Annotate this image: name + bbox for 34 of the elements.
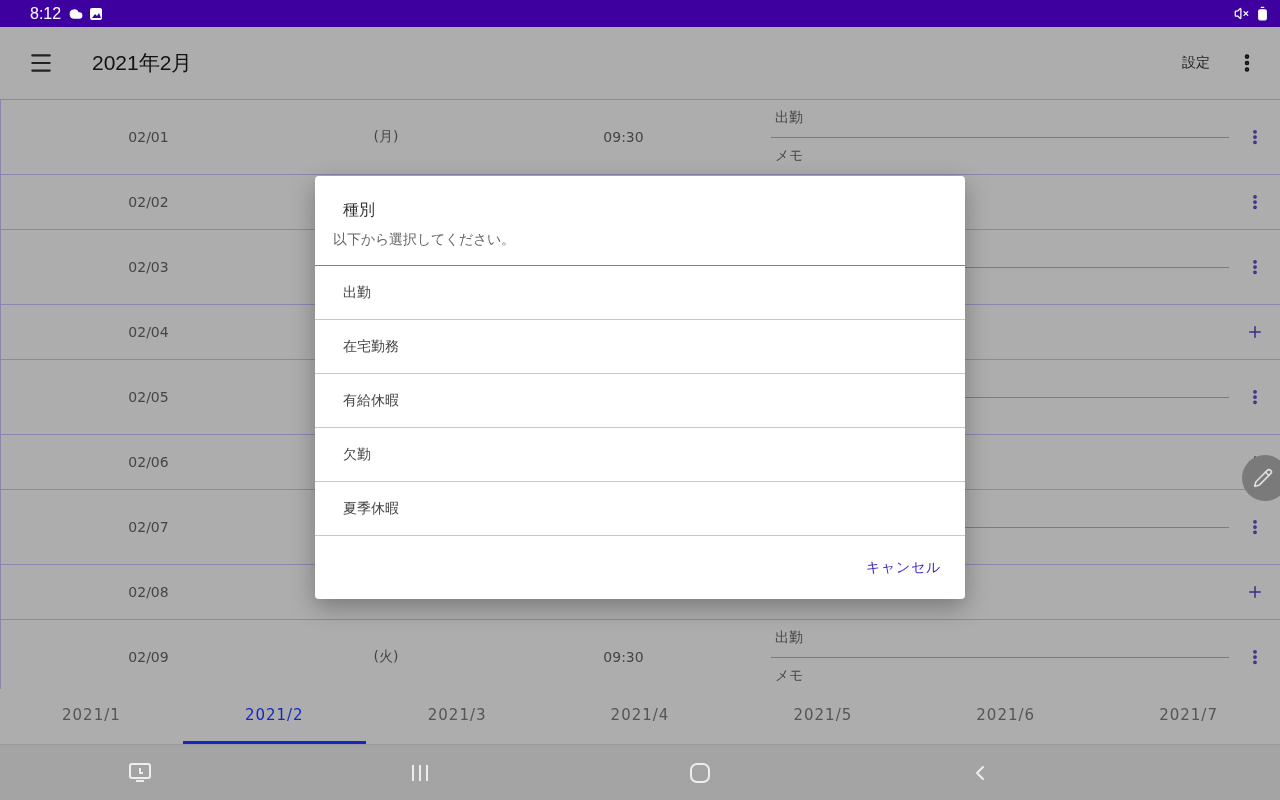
- option-item[interactable]: 出勤: [315, 266, 965, 320]
- weekday-cell-text: (火): [372, 648, 400, 666]
- option-item[interactable]: 在宅勤務: [315, 320, 965, 374]
- option-item[interactable]: 夏季休暇: [315, 482, 965, 536]
- option-item[interactable]: 有給休暇: [315, 374, 965, 428]
- image-icon: [89, 6, 104, 21]
- date-cell-text: 02/06: [127, 454, 170, 470]
- settings-link[interactable]: 設定: [1182, 54, 1210, 72]
- dialog-subtitle: 以下から選択してください。: [333, 231, 516, 249]
- time-cell-text: 09:30: [602, 129, 645, 145]
- edit-button[interactable]: [1242, 455, 1280, 501]
- dialog-title: 種別: [342, 200, 376, 221]
- date-cell-text: 02/01: [127, 129, 170, 145]
- pencil-icon: [1253, 468, 1273, 488]
- date-cell-text: 02/07: [127, 519, 170, 535]
- mute-icon: [1234, 6, 1249, 21]
- date-cell-text: 02/05: [127, 389, 170, 405]
- time-cell-text: 09:30: [602, 649, 645, 665]
- option-item[interactable]: 欠勤: [315, 428, 965, 482]
- date-cell-text: 02/09: [127, 649, 170, 665]
- date-cell-text: 02/02: [127, 194, 170, 210]
- date-cell-text: 02/04: [127, 324, 170, 340]
- clock: 8:12: [30, 4, 62, 23]
- date-cell-text: 02/08: [127, 584, 170, 600]
- type-text: 出勤: [774, 628, 804, 648]
- cancel-button[interactable]: キャンセル: [860, 557, 947, 578]
- battery-icon: [1255, 6, 1270, 21]
- cloud-icon: [69, 6, 84, 21]
- date-cell-text: 02/03: [127, 259, 170, 275]
- memo-text: メモ: [774, 145, 804, 165]
- weekday-cell-text: (月): [372, 128, 400, 146]
- memo-text: メモ: [774, 665, 804, 685]
- type-text: 出勤: [774, 108, 804, 128]
- app-title: 2021年2月: [92, 50, 193, 76]
